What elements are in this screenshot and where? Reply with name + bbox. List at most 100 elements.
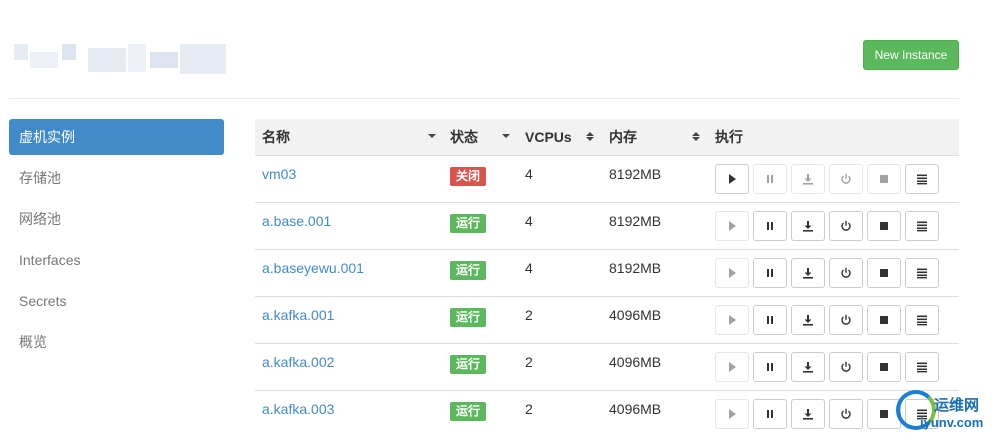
- sidebar-item-secrets[interactable]: Secrets: [9, 283, 224, 319]
- sort-both-icon[interactable]: [692, 132, 700, 142]
- instance-name-link[interactable]: vm03: [262, 166, 296, 182]
- details-button[interactable]: [905, 258, 939, 288]
- site-watermark: 运维网 iyunv.com: [896, 388, 999, 436]
- download-icon: [802, 173, 814, 185]
- start-button[interactable]: [715, 399, 749, 429]
- instance-name-link[interactable]: a.kafka.002: [262, 354, 334, 370]
- table-row: a.kafka.003 运行 2 4096MB: [255, 390, 959, 436]
- instance-name-link[interactable]: a.kafka.001: [262, 307, 334, 323]
- shutdown-button[interactable]: [829, 211, 863, 241]
- sort-both-icon[interactable]: [586, 132, 594, 142]
- play-icon: [726, 361, 738, 373]
- table-row: a.kafka.002 运行 2 4096MB: [255, 343, 959, 390]
- save-button[interactable]: [791, 164, 825, 194]
- power-icon: [840, 173, 852, 185]
- row-actions: [715, 258, 943, 288]
- memory-value: 4096MB: [609, 307, 662, 323]
- memory-value: 8192MB: [609, 260, 662, 276]
- details-button[interactable]: [905, 164, 939, 194]
- column-header-vcpus[interactable]: VCPUs: [525, 119, 572, 155]
- save-button[interactable]: [791, 211, 825, 241]
- power-icon: [840, 361, 852, 373]
- pause-button[interactable]: [753, 399, 787, 429]
- shutdown-button[interactable]: [829, 352, 863, 382]
- column-header-status[interactable]: 状态: [450, 119, 478, 155]
- status-badge: 运行: [450, 214, 487, 233]
- force-stop-button[interactable]: [867, 211, 901, 241]
- force-stop-button[interactable]: [867, 164, 901, 194]
- power-icon: [840, 314, 852, 326]
- power-icon: [840, 220, 852, 232]
- force-stop-button[interactable]: [867, 305, 901, 335]
- save-button[interactable]: [791, 399, 825, 429]
- vcpus-value: 2: [525, 401, 533, 417]
- details-button[interactable]: [905, 211, 939, 241]
- column-header-actions: 执行: [715, 129, 743, 145]
- header-divider: [9, 98, 959, 99]
- status-badge: 运行: [450, 355, 487, 374]
- column-header-memory[interactable]: 内存: [609, 119, 637, 155]
- memory-value: 8192MB: [609, 213, 662, 229]
- vcpus-value: 2: [525, 307, 533, 323]
- stop-icon: [878, 220, 890, 232]
- shutdown-button[interactable]: [829, 258, 863, 288]
- list-icon: [916, 173, 928, 185]
- save-button[interactable]: [791, 305, 825, 335]
- start-button[interactable]: [715, 352, 749, 382]
- watermark-url: iyunv.com: [920, 415, 984, 430]
- play-icon: [726, 267, 738, 279]
- shutdown-button[interactable]: [829, 164, 863, 194]
- stop-icon: [878, 314, 890, 326]
- play-icon: [726, 408, 738, 420]
- sidebar-item-network-pools[interactable]: 网络池: [9, 201, 224, 237]
- vcpus-value: 4: [525, 166, 533, 182]
- sidebar-item-instances[interactable]: 虚机实例: [9, 119, 224, 155]
- instance-name-link[interactable]: a.base.001: [262, 213, 331, 229]
- pause-button[interactable]: [753, 258, 787, 288]
- shutdown-button[interactable]: [829, 305, 863, 335]
- sidebar-item-interfaces[interactable]: Interfaces: [9, 242, 224, 278]
- table-row: vm03 关闭 4 8192MB: [255, 155, 959, 202]
- save-button[interactable]: [791, 258, 825, 288]
- vcpus-value: 4: [525, 213, 533, 229]
- shutdown-button[interactable]: [829, 399, 863, 429]
- row-actions: [715, 164, 943, 194]
- sidebar-nav: 虚机实例 存储池 网络池 Interfaces Secrets 概览: [9, 119, 224, 365]
- start-button[interactable]: [715, 164, 749, 194]
- details-button[interactable]: [905, 352, 939, 382]
- vcpus-value: 4: [525, 260, 533, 276]
- download-icon: [802, 361, 814, 373]
- column-header-name[interactable]: 名称: [262, 119, 290, 155]
- download-icon: [802, 220, 814, 232]
- start-button[interactable]: [715, 211, 749, 241]
- status-badge: 运行: [450, 402, 487, 421]
- details-button[interactable]: [905, 305, 939, 335]
- table-header: 名称 状态 VCPUs 内存 执行: [255, 119, 959, 155]
- instance-name-link[interactable]: a.baseyewu.001: [262, 260, 364, 276]
- start-button[interactable]: [715, 305, 749, 335]
- start-button[interactable]: [715, 258, 749, 288]
- stop-icon: [878, 267, 890, 279]
- download-icon: [802, 267, 814, 279]
- memory-value: 4096MB: [609, 401, 662, 417]
- status-badge: 运行: [450, 261, 487, 280]
- pause-button[interactable]: [753, 211, 787, 241]
- pause-icon: [764, 314, 776, 326]
- force-stop-button[interactable]: [867, 352, 901, 382]
- pause-button[interactable]: [753, 305, 787, 335]
- list-icon: [916, 220, 928, 232]
- sort-desc-icon[interactable]: [502, 132, 510, 142]
- instance-name-link[interactable]: a.kafka.003: [262, 401, 334, 417]
- pause-button[interactable]: [753, 164, 787, 194]
- new-instance-button[interactable]: New Instance: [863, 40, 959, 70]
- save-button[interactable]: [791, 352, 825, 382]
- force-stop-button[interactable]: [867, 258, 901, 288]
- memory-value: 4096MB: [609, 354, 662, 370]
- pause-icon: [764, 408, 776, 420]
- sort-desc-icon[interactable]: [428, 132, 436, 142]
- sidebar-item-overview[interactable]: 概览: [9, 324, 224, 360]
- play-icon: [726, 314, 738, 326]
- stop-icon: [878, 173, 890, 185]
- sidebar-item-storage-pools[interactable]: 存储池: [9, 160, 224, 196]
- pause-button[interactable]: [753, 352, 787, 382]
